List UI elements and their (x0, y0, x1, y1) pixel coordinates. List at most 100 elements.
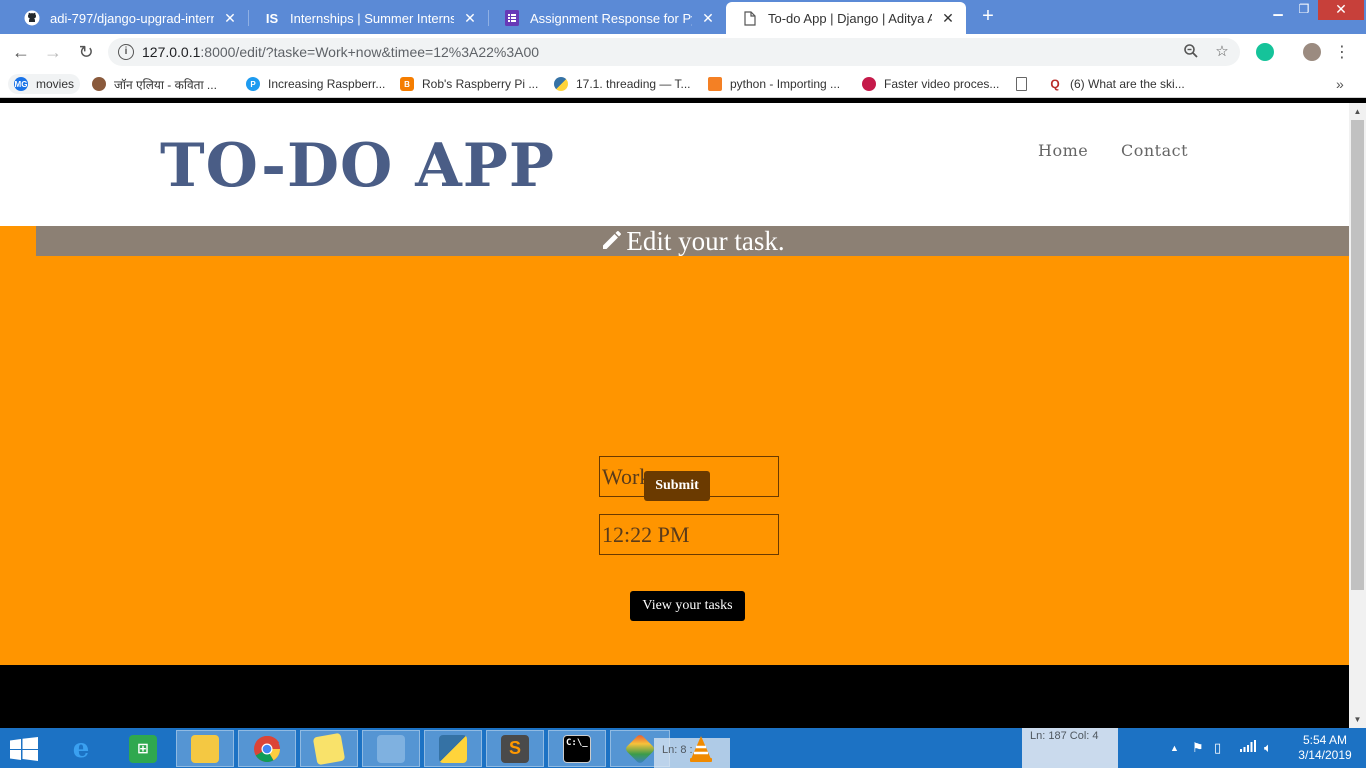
quora-icon: Q (1050, 77, 1060, 91)
sticky-notes-icon (312, 732, 346, 765)
windows-start-icon[interactable] (10, 737, 38, 761)
folder-icon (191, 734, 219, 763)
bookmark-label: जॉन एलिया - कविता ... (114, 77, 217, 92)
edit-section: Edit your task. Submit View your tasks (0, 226, 1349, 665)
tab-title: To-do App | Django | Aditya Aror (768, 10, 932, 26)
bookmark-label: 17.1. threading — T... (576, 77, 691, 91)
url-text[interactable]: 127.0.0.1:8000/edit/?taske=Work+now&time… (142, 44, 539, 60)
python-icon (439, 734, 467, 763)
taskbar-chrome[interactable] (238, 730, 296, 767)
tray-overflow-icon[interactable]: ▲ (1170, 743, 1179, 753)
scroll-up-icon[interactable]: ▲ (1349, 103, 1366, 120)
scrollbar-thumb[interactable] (1351, 120, 1364, 590)
url-host: 127.0.0.1 (142, 44, 201, 60)
close-icon[interactable]: ✕ (462, 10, 478, 27)
forward-icon[interactable]: → (42, 41, 64, 63)
browser-tabstrip: adi-797/django-upgrad-intern ✕ IS Intern… (0, 0, 1366, 34)
tab-todo-app[interactable]: To-do App | Django | Aditya Aror ✕ (726, 2, 966, 34)
store-icon: ⊞ (129, 734, 157, 763)
system-clock[interactable]: 5:54 AM 3/14/2019 (1290, 733, 1360, 763)
site-header: TO-DO APP Home Contact (0, 103, 1349, 226)
minimize-icon[interactable]: ▁ (1264, 0, 1292, 20)
grammarly-icon[interactable] (1256, 43, 1274, 61)
site-logo[interactable]: TO-DO APP (160, 131, 555, 201)
github-icon (24, 10, 40, 26)
new-tab-icon[interactable]: + (976, 5, 1000, 29)
stackoverflow-icon (708, 77, 722, 91)
nav-contact-link[interactable]: Contact (1121, 141, 1188, 160)
submit-button[interactable]: Submit (644, 471, 710, 501)
chrome-icon (254, 735, 281, 762)
profile-avatar[interactable] (1303, 43, 1321, 61)
internet-explorer-icon: e (72, 733, 90, 764)
network-signal-icon[interactable] (1240, 740, 1256, 755)
internshala-icon: IS (265, 10, 279, 26)
bookmark-label: python - Importing ... (730, 77, 841, 91)
bookmark-threading[interactable]: 17.1. threading — T... (554, 74, 691, 94)
taskbar-store[interactable]: ⊞ (114, 730, 172, 767)
bookmark-movies[interactable]: MG movies (8, 74, 81, 94)
bookmark-label: movies (36, 77, 75, 91)
bookmark-quora[interactable]: Q (6) What are the ski... (1048, 74, 1184, 94)
page-viewport: TO-DO APP Home Contact Edit your task. S… (0, 103, 1349, 728)
bookmark-robs-raspberry[interactable]: B Rob's Raspberry Pi ... (400, 74, 538, 94)
reload-icon[interactable]: ↻ (75, 41, 97, 63)
background-window-status: Ln: 187 Col: 4 (1022, 728, 1118, 768)
forms-icon (504, 10, 520, 26)
close-icon[interactable]: ✕ (940, 10, 956, 27)
url-path: :8000/edit/?taske=Work+now&timee=12%3A22… (200, 44, 540, 60)
tab-title: Internships | Summer Internship (290, 10, 454, 26)
clock-time: 5:54 AM (1302, 733, 1348, 747)
tab-github[interactable]: adi-797/django-upgrad-intern ✕ (8, 2, 248, 34)
view-tasks-button[interactable]: View your tasks (630, 591, 745, 621)
bookmark-blank[interactable] (1016, 74, 1035, 94)
bookmark-poetry[interactable]: जॉन एलिया - कविता ... (92, 74, 217, 94)
tab-forms[interactable]: Assignment Response for Python ✕ (488, 2, 726, 34)
edit-banner-text: Edit your task. (626, 226, 785, 256)
action-center-flag-icon[interactable]: ⚑ (1192, 740, 1204, 756)
bookmark-raspberry-increasing[interactable]: P Increasing Raspberr... (246, 74, 385, 94)
info-icon[interactable]: i (118, 44, 134, 60)
p-icon: P (246, 77, 260, 91)
vlc-icon (690, 735, 712, 762)
time-input[interactable] (599, 514, 779, 555)
scroll-down-icon[interactable]: ▼ (1349, 711, 1366, 728)
bookmark-faster-video[interactable]: Faster video proces... (862, 74, 999, 94)
page-footer (0, 665, 1349, 728)
volume-icon[interactable]: 🔈︎ (1264, 740, 1272, 756)
star-icon[interactable]: ☆ (1213, 43, 1231, 61)
taskbar-control-panel[interactable] (362, 730, 420, 767)
taskbar-explorer[interactable] (176, 730, 234, 767)
clock-date: 3/14/2019 (1298, 748, 1352, 762)
control-panel-icon (377, 734, 405, 763)
page-scrollbar[interactable]: ▲ ▼ (1349, 103, 1366, 728)
menu-icon[interactable]: ⋮ (1334, 42, 1350, 62)
taskbar-sticky-notes[interactable] (300, 730, 358, 767)
poet-avatar-icon (92, 77, 106, 91)
python-icon (554, 77, 568, 91)
taskbar-cmd[interactable]: C:\_ (548, 730, 606, 767)
close-icon[interactable]: ✕ (700, 10, 716, 27)
nav-home-link[interactable]: Home (1038, 141, 1088, 160)
bookmarks-bar: MG movies जॉन एलिया - कविता ... P Increa… (0, 70, 1366, 98)
battery-icon[interactable]: ▯ (1214, 740, 1221, 756)
taskbar-ie[interactable]: e (52, 730, 110, 767)
restore-icon[interactable]: ❐ (1290, 0, 1318, 20)
close-icon[interactable]: ✕ (222, 10, 238, 27)
browser-toolbar: ← → ↻ i 127.0.0.1:8000/edit/?taske=Work+… (0, 34, 1366, 70)
bookmark-python-importing[interactable]: python - Importing ... (708, 74, 840, 94)
git-gui-icon (624, 732, 656, 765)
chevron-right-icon[interactable]: » (1336, 76, 1344, 92)
blogger-icon: B (400, 77, 414, 91)
window-close-icon[interactable]: ✕ (1318, 0, 1364, 20)
address-bar[interactable]: i 127.0.0.1:8000/edit/?taske=Work+now&ti… (108, 38, 1240, 66)
zoom-icon[interactable] (1182, 43, 1200, 61)
back-icon[interactable]: ← (10, 41, 32, 63)
edit-banner: Edit your task. (36, 226, 1349, 256)
tab-internshala[interactable]: IS Internships | Summer Internship ✕ (248, 2, 488, 34)
page-icon (742, 10, 758, 26)
pencil-icon (603, 231, 622, 249)
taskbar-vlc[interactable] (672, 730, 730, 767)
taskbar-python[interactable] (424, 730, 482, 767)
taskbar-sublime[interactable]: S (486, 730, 544, 767)
